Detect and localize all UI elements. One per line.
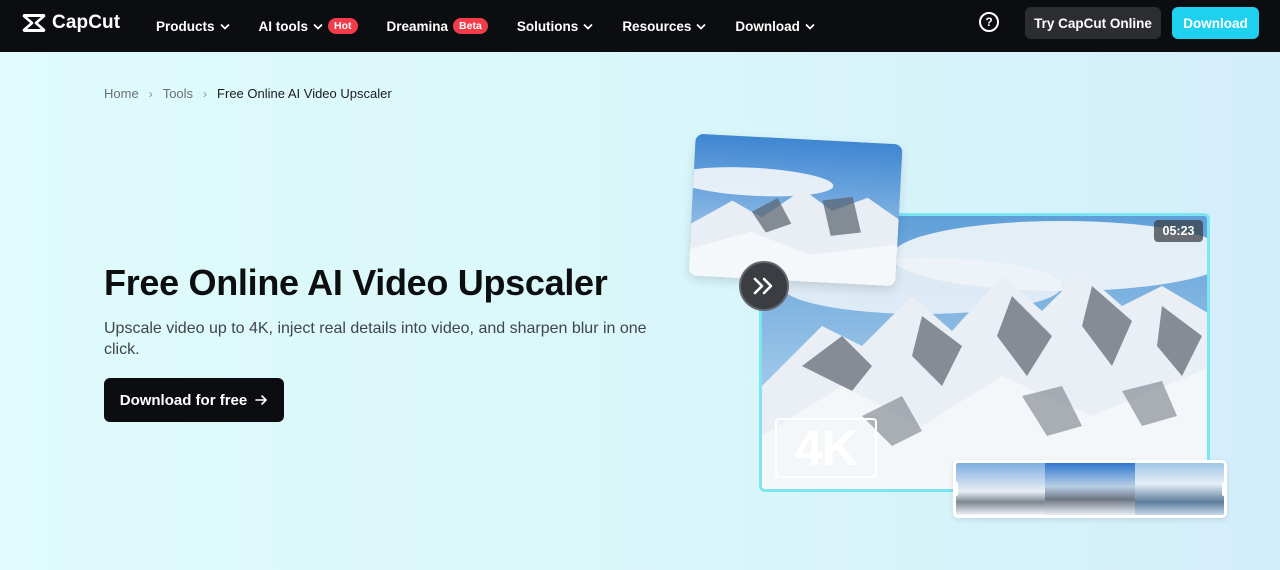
logo-text: CapCut — [52, 12, 121, 33]
timeline-handle-right — [1222, 482, 1227, 496]
mountain-image — [688, 133, 903, 287]
nav-item-resources[interactable]: Resources — [622, 0, 706, 52]
breadcrumb-home[interactable]: Home — [104, 86, 139, 101]
nav-item-label: Dreamina — [386, 18, 449, 34]
video-timeline-strip — [953, 460, 1227, 518]
nav-item-label: Resources — [622, 18, 692, 34]
page-title: Free Online AI Video Upscaler — [104, 262, 608, 303]
chevron-right-icon: › — [203, 86, 208, 101]
timeline-frame — [956, 463, 1046, 515]
video-timestamp: 05:23 — [1154, 220, 1203, 242]
nav-item-ai-tools[interactable]: AI tools Hot — [259, 0, 358, 52]
help-icon[interactable]: ? — [979, 12, 999, 32]
download-for-free-button[interactable]: Download for free — [104, 378, 284, 422]
chevron-down-icon — [219, 23, 230, 30]
try-capcut-online-button[interactable]: Try CapCut Online — [1025, 7, 1161, 39]
double-chevron-right-icon — [753, 277, 773, 295]
chevron-down-icon — [583, 23, 593, 30]
hot-badge: Hot — [328, 18, 358, 34]
resolution-badge: 4K — [775, 418, 877, 478]
nav-item-products[interactable]: Products — [156, 0, 230, 52]
top-navbar: CapCut Products AI tools Hot Dreamina Be… — [0, 0, 1280, 52]
timeline-handle-left — [953, 482, 958, 496]
nav-item-label: AI tools — [258, 18, 309, 34]
page-subtitle: Upscale video up to 4K, inject real deta… — [104, 320, 647, 358]
chevron-down-icon — [696, 23, 706, 30]
chevron-down-icon — [313, 23, 323, 30]
nav-item-solutions[interactable]: Solutions — [517, 0, 594, 52]
original-video-thumbnail — [688, 133, 903, 287]
cta-label: Download for free — [119, 391, 248, 409]
capcut-logo-icon — [22, 14, 46, 32]
download-button[interactable]: Download — [1172, 7, 1259, 39]
chevron-right-icon: › — [148, 86, 153, 101]
timeline-frame — [1134, 463, 1224, 515]
breadcrumb: Home › Tools › Free Online AI Video Upsc… — [104, 86, 392, 101]
capcut-logo[interactable]: CapCut — [22, 12, 120, 34]
nav-item-dreamina[interactable]: Dreamina Beta — [387, 0, 488, 52]
timeline-frame — [1045, 463, 1135, 515]
hero-section: Home › Tools › Free Online AI Video Upsc… — [0, 52, 1280, 570]
breadcrumb-tools[interactable]: Tools — [163, 86, 193, 101]
compare-arrow-button — [739, 261, 789, 311]
nav-item-label: Download — [735, 18, 800, 34]
breadcrumb-current: Free Online AI Video Upscaler — [217, 86, 392, 101]
arrow-right-icon — [255, 395, 268, 405]
nav-item-download[interactable]: Download — [735, 0, 815, 52]
main-menu: Products AI tools Hot Dreamina Beta Solu… — [156, 0, 815, 52]
chevron-down-icon — [805, 23, 815, 30]
nav-item-label: Solutions — [516, 18, 579, 34]
nav-item-label: Products — [156, 18, 215, 34]
beta-badge: Beta — [453, 18, 488, 34]
